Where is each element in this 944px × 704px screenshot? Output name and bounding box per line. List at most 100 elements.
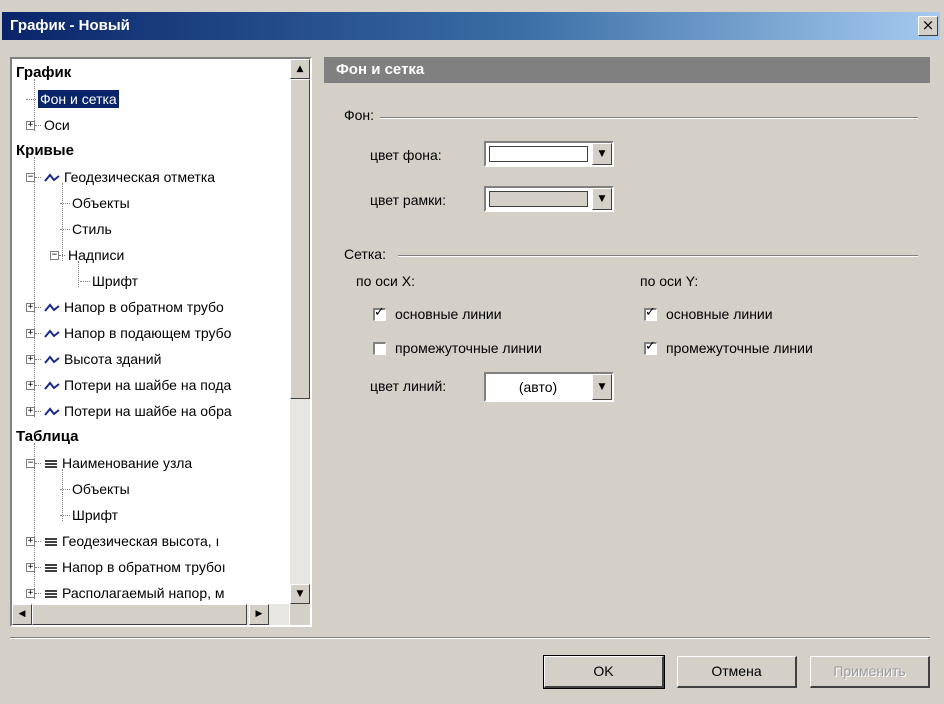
tree-item-content: Надписи bbox=[68, 243, 124, 267]
tree-item-content: Напор в подающем трубо bbox=[44, 321, 231, 345]
check-icon: ✓ bbox=[645, 305, 656, 320]
line-color-dropdown-button[interactable]: ▼ bbox=[592, 374, 612, 400]
tree-item-content: График bbox=[16, 61, 71, 85]
tree-connector bbox=[78, 261, 79, 287]
arrow-right-icon: ▶ bbox=[255, 609, 263, 619]
cancel-button[interactable]: Отмена bbox=[677, 656, 797, 688]
tree-connector bbox=[62, 469, 63, 521]
checkbox-box[interactable]: ✓ bbox=[373, 306, 386, 321]
ok-button[interactable]: OK bbox=[543, 655, 665, 689]
tree-item-label: Высота зданий bbox=[64, 351, 162, 367]
tree-item-label: Располагаемый напор, м bbox=[62, 585, 225, 601]
curve-icon bbox=[44, 303, 60, 312]
arrow-up-icon: ▲ bbox=[296, 64, 304, 74]
tree-item-content: Наименование узла bbox=[44, 451, 192, 475]
curve-icon bbox=[44, 407, 60, 416]
tree-item-label: Шрифт bbox=[92, 273, 139, 289]
curve-icon bbox=[44, 381, 60, 390]
tree-connector bbox=[62, 183, 63, 261]
tree-connector bbox=[34, 157, 35, 417]
frame-color-combo[interactable]: ▼ bbox=[484, 186, 614, 212]
tree-item-content: Кривые bbox=[16, 139, 74, 163]
tree-item-label: Таблица bbox=[16, 428, 79, 445]
tree-item-content: Потери на шайбе на пода bbox=[44, 373, 231, 397]
x-minor-lines-checkbox[interactable]: промежуточные линии bbox=[373, 339, 542, 357]
scroll-down-button[interactable]: ▼ bbox=[290, 584, 310, 604]
tree-item-content: Высота зданий bbox=[44, 347, 161, 371]
checkbox-box[interactable]: ✓ bbox=[644, 340, 657, 355]
frame-color-dropdown-button[interactable]: ▼ bbox=[592, 188, 612, 210]
tree-connector bbox=[35, 125, 41, 126]
y-major-lines-label: основные линии bbox=[666, 306, 773, 322]
checkbox-box[interactable] bbox=[373, 342, 386, 355]
tree-connector bbox=[35, 593, 41, 594]
tree-item-label: Фон и сетка bbox=[38, 90, 119, 108]
tree-item-content: Геодезическая высота, ı bbox=[44, 529, 219, 553]
y-axis-label: по оси Y: bbox=[640, 273, 699, 289]
tree-item-label: Потери на шайбе на обра bbox=[64, 403, 232, 419]
scroll-up-button[interactable]: ▲ bbox=[290, 59, 310, 79]
arrow-down-icon: ▼ bbox=[296, 589, 304, 599]
bg-color-swatch bbox=[489, 146, 588, 162]
settings-tree[interactable]: График Фон и сетка + Оси Кривые − Геодезическа… bbox=[10, 57, 312, 627]
curve-icon bbox=[44, 329, 60, 338]
x-axis-label: по оси X: bbox=[356, 273, 415, 289]
horizontal-scroll-thumb[interactable] bbox=[32, 604, 247, 625]
y-minor-lines-label: промежуточные линии bbox=[666, 340, 813, 356]
frame-color-label: цвет рамки: bbox=[370, 192, 446, 208]
tree-connector bbox=[35, 359, 41, 360]
tree-item-label: Геодезическая отметка bbox=[64, 169, 216, 185]
checkbox-box[interactable]: ✓ bbox=[644, 305, 657, 321]
tree-item-content: Напор в обратном трубо bbox=[44, 295, 224, 319]
table-lines-icon bbox=[45, 460, 57, 469]
curve-icon bbox=[44, 173, 60, 182]
bg-color-dropdown-button[interactable]: ▼ bbox=[592, 143, 612, 165]
tree-vertical-scrollbar[interactable]: ▲ ▼ bbox=[290, 59, 310, 604]
tree-item-label: Напор в подающем трубо bbox=[64, 325, 232, 341]
scroll-right-button[interactable]: ▶ bbox=[249, 604, 269, 625]
tree-item-content: Фон и сетка bbox=[38, 87, 119, 111]
grid-group-label: Сетка: bbox=[344, 246, 386, 262]
bg-color-combo[interactable]: ▼ bbox=[484, 141, 614, 167]
tree-connector bbox=[34, 443, 35, 599]
line-color-combo[interactable]: (авто) ▼ bbox=[484, 372, 614, 402]
section-header: Фон и сетка bbox=[324, 57, 930, 83]
apply-button[interactable]: Применить bbox=[810, 656, 930, 688]
close-button[interactable]: × bbox=[918, 16, 938, 36]
tree-item-label: Объекты bbox=[72, 481, 130, 497]
tree-connector bbox=[35, 177, 41, 178]
y-minor-lines-checkbox[interactable]: ✓ промежуточные линии bbox=[644, 339, 813, 357]
background-group-divider bbox=[380, 117, 918, 119]
tree-item-content: Напор в обратном трубоı bbox=[44, 555, 226, 579]
dialog-window: График - Новый × График Фон и сетка + Оси Кр… bbox=[0, 0, 944, 704]
scroll-left-button[interactable]: ◀ bbox=[12, 604, 32, 625]
tree-item-content: Оси bbox=[44, 113, 70, 137]
tree-item-label: Геодезическая высота, ı bbox=[62, 533, 220, 549]
tree-connector bbox=[35, 385, 41, 386]
tree-connector bbox=[35, 333, 41, 334]
tree-item-label: Потери на шайбе на пода bbox=[64, 377, 232, 393]
table-lines-icon bbox=[45, 564, 57, 573]
frame-color-swatch bbox=[489, 191, 588, 207]
tree-item-content: Объекты bbox=[72, 477, 130, 501]
tree-connector bbox=[35, 307, 41, 308]
collapse-icon[interactable]: − bbox=[50, 251, 59, 260]
tree-horizontal-scrollbar[interactable]: ◀ ▶ bbox=[12, 604, 289, 625]
tree-item-content: Шрифт bbox=[72, 503, 118, 527]
table-lines-icon bbox=[45, 590, 57, 599]
tree-item-content: Объекты bbox=[72, 191, 130, 215]
tree-item-label: Наименование узла bbox=[62, 455, 193, 471]
tree-item-label: Стиль bbox=[72, 221, 112, 237]
tree-connector bbox=[34, 79, 35, 131]
tree-item-label: Напор в обратном трубо bbox=[64, 299, 224, 315]
tree-item-label: Напор в обратном трубоı bbox=[62, 559, 226, 575]
tree-item-label: График bbox=[16, 64, 72, 81]
title-bar[interactable]: График - Новый × bbox=[2, 12, 940, 40]
tree-item-label: Объекты bbox=[72, 195, 130, 211]
tree-connector bbox=[80, 281, 90, 282]
tree-connector bbox=[35, 411, 41, 412]
scroll-thumb[interactable] bbox=[290, 79, 310, 399]
y-major-lines-checkbox[interactable]: ✓ основные линии bbox=[644, 305, 773, 323]
chevron-down-icon: ▼ bbox=[598, 149, 606, 159]
x-major-lines-checkbox[interactable]: ✓ основные линии bbox=[373, 305, 502, 323]
